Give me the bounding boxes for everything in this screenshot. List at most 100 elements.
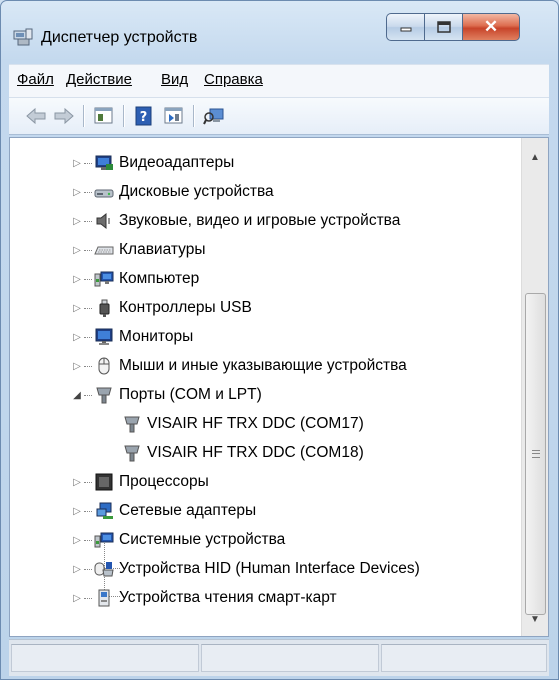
network-icon — [96, 502, 113, 519]
expand-arrow-icon[interactable]: ▷ — [72, 361, 82, 372]
tree-node-label: Порты (COM и LPT) — [119, 386, 262, 403]
maximize-icon — [436, 21, 451, 33]
tree-node-processors[interactable]: ▷ Процессоры — [72, 468, 209, 496]
back-arrow-icon[interactable] — [25, 106, 47, 126]
usb-icon — [99, 299, 110, 317]
tree-node-computer[interactable]: ▷ Компьютер — [72, 265, 199, 293]
menu-action[interactable]: Действие — [66, 71, 132, 88]
device-tree: ▷ Видеоадаптеры ▷ Дисковые устройства ▷ … — [10, 138, 522, 636]
window-title: Диспетчер устройств — [41, 29, 198, 46]
forward-arrow-icon[interactable] — [53, 106, 75, 126]
device-tree-panel: ▷ Видеоадаптеры ▷ Дисковые устройства ▷ … — [9, 137, 549, 637]
tree-node-keyboards[interactable]: ▷ Клавиатуры — [72, 236, 205, 264]
hid-icon — [94, 562, 114, 577]
speaker-icon — [96, 212, 110, 230]
properties-icon[interactable] — [93, 106, 115, 126]
port-icon — [124, 445, 140, 462]
tree-node-label: Мыши и иные указывающие устройства — [119, 357, 407, 374]
tree-node-monitors[interactable]: ▷ Мониторы — [72, 323, 193, 351]
expand-arrow-icon[interactable]: ▷ — [72, 535, 82, 546]
expand-arrow-icon[interactable]: ▷ — [72, 303, 82, 314]
tree-node-usb-controllers[interactable]: ▷ Контроллеры USB — [72, 294, 252, 322]
help-icon[interactable]: ? — [133, 106, 155, 126]
scrollbar-thumb[interactable] — [525, 293, 546, 615]
tree-node-label: Устройства чтения смарт-карт — [119, 589, 337, 606]
processor-icon — [95, 473, 113, 491]
tree-node-disk-drives[interactable]: ▷ Дисковые устройства — [72, 178, 274, 206]
tree-node-label: Сетевые адаптеры — [119, 502, 257, 519]
tree-node-label: Мониторы — [119, 328, 194, 345]
tree-node-smartcard-readers[interactable]: ▷ Устройства чтения смарт-карт — [72, 584, 337, 612]
menu-help[interactable]: Справка — [204, 71, 263, 88]
scroll-down-arrow-icon[interactable]: ▼ — [522, 608, 548, 630]
tree-node-label: Процессоры — [119, 473, 209, 490]
tree-node-label: VISAIR HF TRX DDC (COM17) — [147, 415, 364, 432]
minimize-button[interactable] — [386, 13, 424, 41]
tree-node-hid-devices[interactable]: ▷ Устройства HID (Human Interface Device… — [72, 555, 420, 583]
tree-node-label: Системные устройства — [119, 531, 286, 548]
minimize-icon — [400, 27, 411, 32]
tree-node-label: Устройства HID (Human Interface Devices) — [119, 560, 420, 577]
expand-arrow-icon[interactable]: ▷ — [72, 245, 82, 256]
mouse-icon — [98, 357, 110, 375]
menu-bar: Файл Действие Вид Справка — [9, 64, 549, 97]
expand-arrow-icon[interactable]: ▷ — [72, 477, 82, 488]
status-pane — [381, 644, 547, 672]
grip-icon — [531, 450, 540, 458]
toolbar-separator — [123, 105, 125, 127]
tree-node-label: Звуковые, видео и игровые устройства — [119, 212, 401, 229]
svg-text:?: ? — [140, 110, 148, 125]
status-bar — [9, 639, 549, 676]
close-icon: ✕ — [483, 17, 499, 36]
expand-arrow-icon[interactable]: ▷ — [72, 187, 82, 198]
expand-arrow-icon[interactable]: ▷ — [72, 506, 82, 517]
expand-arrow-icon[interactable]: ▷ — [72, 274, 82, 285]
tree-node-mice[interactable]: ▷ Мыши и иные указывающие устройства — [72, 352, 407, 380]
tree-node-label: Контроллеры USB — [119, 299, 252, 316]
maximize-button[interactable] — [424, 13, 462, 41]
tree-node-label: Видеоадаптеры — [119, 154, 235, 171]
title-bar[interactable]: Диспетчер устройств ✕ — [1, 1, 558, 55]
device-manager-window: Диспетчер устройств ✕ Файл Действие Вид … — [0, 0, 559, 680]
close-button[interactable]: ✕ — [462, 13, 520, 41]
disk-drive-icon — [94, 189, 114, 198]
toolbar-separator — [193, 105, 195, 127]
device-manager-icon — [13, 28, 33, 46]
tree-node-sound-devices[interactable]: ▷ Звуковые, видео и игровые устройства — [72, 207, 400, 235]
caption-buttons: ✕ — [386, 13, 520, 43]
expand-arrow-icon[interactable]: ▷ — [72, 216, 82, 227]
expand-arrow-icon[interactable]: ▷ — [72, 158, 82, 169]
tree-node-label: VISAIR HF TRX DDC (COM18) — [147, 444, 364, 461]
computer-icon — [94, 271, 114, 287]
scroll-up-arrow-icon[interactable]: ▲ — [522, 146, 548, 168]
toolbar-separator — [83, 105, 85, 127]
expand-arrow-icon[interactable]: ▷ — [72, 564, 82, 575]
monitor-icon — [95, 328, 113, 345]
menu-file[interactable]: Файл — [17, 71, 54, 88]
collapse-arrow-icon[interactable]: ◢ — [72, 390, 82, 401]
expand-arrow-icon[interactable]: ▷ — [72, 593, 82, 604]
tree-node-label: Дисковые устройства — [119, 183, 274, 200]
vertical-scrollbar[interactable]: ▲ ▼ — [521, 138, 548, 636]
port-icon — [124, 416, 140, 433]
tree-node-system-devices[interactable]: ▷ Системные устройства — [72, 526, 285, 554]
show-hidden-icon[interactable] — [163, 106, 185, 126]
menu-view[interactable]: Вид — [161, 71, 188, 88]
scan-hardware-icon[interactable] — [203, 106, 225, 126]
system-icon — [94, 532, 114, 548]
status-pane — [201, 644, 379, 672]
tree-node-network-adapters[interactable]: ▷ Сетевые адаптеры — [72, 497, 256, 525]
tree-node-display-adapters[interactable]: ▷ Видеоадаптеры — [72, 149, 234, 177]
port-icon — [96, 387, 112, 404]
expand-arrow-icon[interactable]: ▷ — [72, 332, 82, 343]
tree-node-ports[interactable]: ◢ Порты (COM и LPT) — [72, 381, 262, 409]
tree-node-label: Компьютер — [119, 270, 200, 287]
smartcard-icon — [98, 589, 110, 607]
toolbar: ? — [9, 97, 549, 135]
tree-node-com18[interactable]: VISAIR HF TRX DDC (COM18) — [122, 439, 364, 467]
status-pane — [11, 644, 199, 672]
tree-node-label: Клавиатуры — [119, 241, 206, 258]
display-adapter-icon — [95, 155, 113, 170]
keyboard-icon — [94, 246, 114, 255]
tree-node-com17[interactable]: VISAIR HF TRX DDC (COM17) — [122, 410, 364, 438]
